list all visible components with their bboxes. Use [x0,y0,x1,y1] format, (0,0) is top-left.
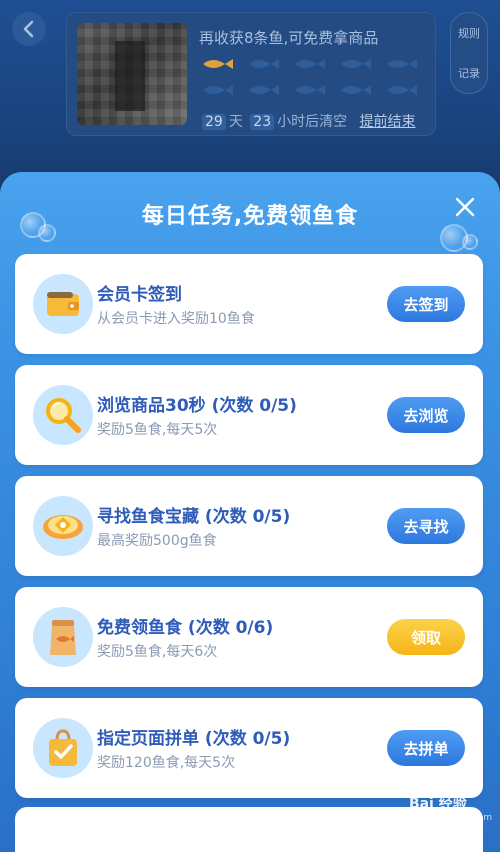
countdown-days: 29 [202,114,226,130]
task-card: 寻找鱼食宝藏 (次数 0/5) 最高奖励500g鱼食 去寻找 [15,476,483,576]
task-name: 会员卡签到 [97,285,182,305]
fish-collected-icon [203,59,233,69]
task-card: 指定页面拼单 (次数 0/5) 奖励120鱼食,每天5次 去拼单 [15,698,483,798]
countdown-hours: 23 [250,114,275,130]
rules-link[interactable]: 规则 [458,25,480,41]
claim-button[interactable]: 领取 [387,619,465,655]
fish-progress-title: 再收获8条鱼,可免费拿商品 [199,29,379,47]
countdown-hours-unit: 小时后清空 [277,114,348,130]
fish-empty-icon [387,85,417,95]
fish-empty-icon [341,85,371,95]
magnifier-icon [33,385,93,445]
fish-empty-icon [387,59,417,69]
watermark-text: Bai 经验 [408,796,467,812]
treasure-icon [33,496,93,556]
fish-empty-icon [341,59,371,69]
shopping-bag-icon [33,718,93,778]
fish-empty-icon [249,59,279,69]
search-treasure-button[interactable]: 去寻找 [387,508,465,544]
fish-progress-card: 再收获8条鱼,可免费拿商品 29 天 23 小时后清空 提前结束 [66,12,436,136]
fish-empty-icon [295,85,325,95]
task-desc: 从会员卡进入奖励10鱼食 [97,311,255,327]
sheet-title: 每日任务,免费领鱼食 [141,204,359,229]
fish-slots [199,55,429,107]
close-icon [455,197,475,217]
task-name: 免费领鱼食 (次数 0/6) [97,618,274,638]
task-desc: 奖励5鱼食,每天6次 [97,644,218,660]
back-button[interactable] [12,12,46,46]
browse-button[interactable]: 去浏览 [387,397,465,433]
countdown-days-unit: 天 [228,114,243,130]
bubble-decoration [462,234,478,250]
watermark-sub: jingyan.baidu.com [408,813,492,823]
task-desc: 最高奖励500g鱼食 [97,533,217,549]
chevron-left-icon [23,20,34,38]
task-desc: 奖励120鱼食,每天5次 [97,755,236,771]
fish-empty-icon [295,59,325,69]
task-card: 会员卡签到 从会员卡进入奖励10鱼食 去签到 [15,254,483,354]
task-name: 指定页面拼单 (次数 0/5) [97,729,291,749]
rules-records-pill: 规则 记录 [450,12,488,94]
daily-tasks-sheet: 每日任务,免费领鱼食 会员卡签到 从会员卡进入奖励10鱼食 去签到 浏览商品30… [0,172,500,852]
clear-countdown: 29 天 23 小时后清空 提前结束 [199,111,416,131]
fish-empty-icon [203,85,233,95]
sign-in-button[interactable]: 去签到 [387,286,465,322]
task-card: 免费领鱼食 (次数 0/6) 奖励5鱼食,每天6次 领取 [15,587,483,687]
task-name: 浏览商品30秒 (次数 0/5) [97,396,297,416]
task-card: 浏览商品30秒 (次数 0/5) 奖励5鱼食,每天5次 去浏览 [15,365,483,465]
group-buy-button[interactable]: 去拼单 [387,730,465,766]
baidu-jingyan-watermark: Bai 经验 jingyan.baidu.com [409,793,492,823]
end-early-link[interactable]: 提前结束 [360,114,416,130]
task-desc: 奖励5鱼食,每天5次 [97,422,218,438]
product-image[interactable] [77,23,187,125]
fish-empty-icon [249,85,279,95]
close-button[interactable] [452,194,478,220]
wallet-icon [33,274,93,334]
fish-food-bag-icon [33,607,93,667]
records-link[interactable]: 记录 [458,65,480,81]
task-name: 寻找鱼食宝藏 (次数 0/5) [97,507,291,527]
